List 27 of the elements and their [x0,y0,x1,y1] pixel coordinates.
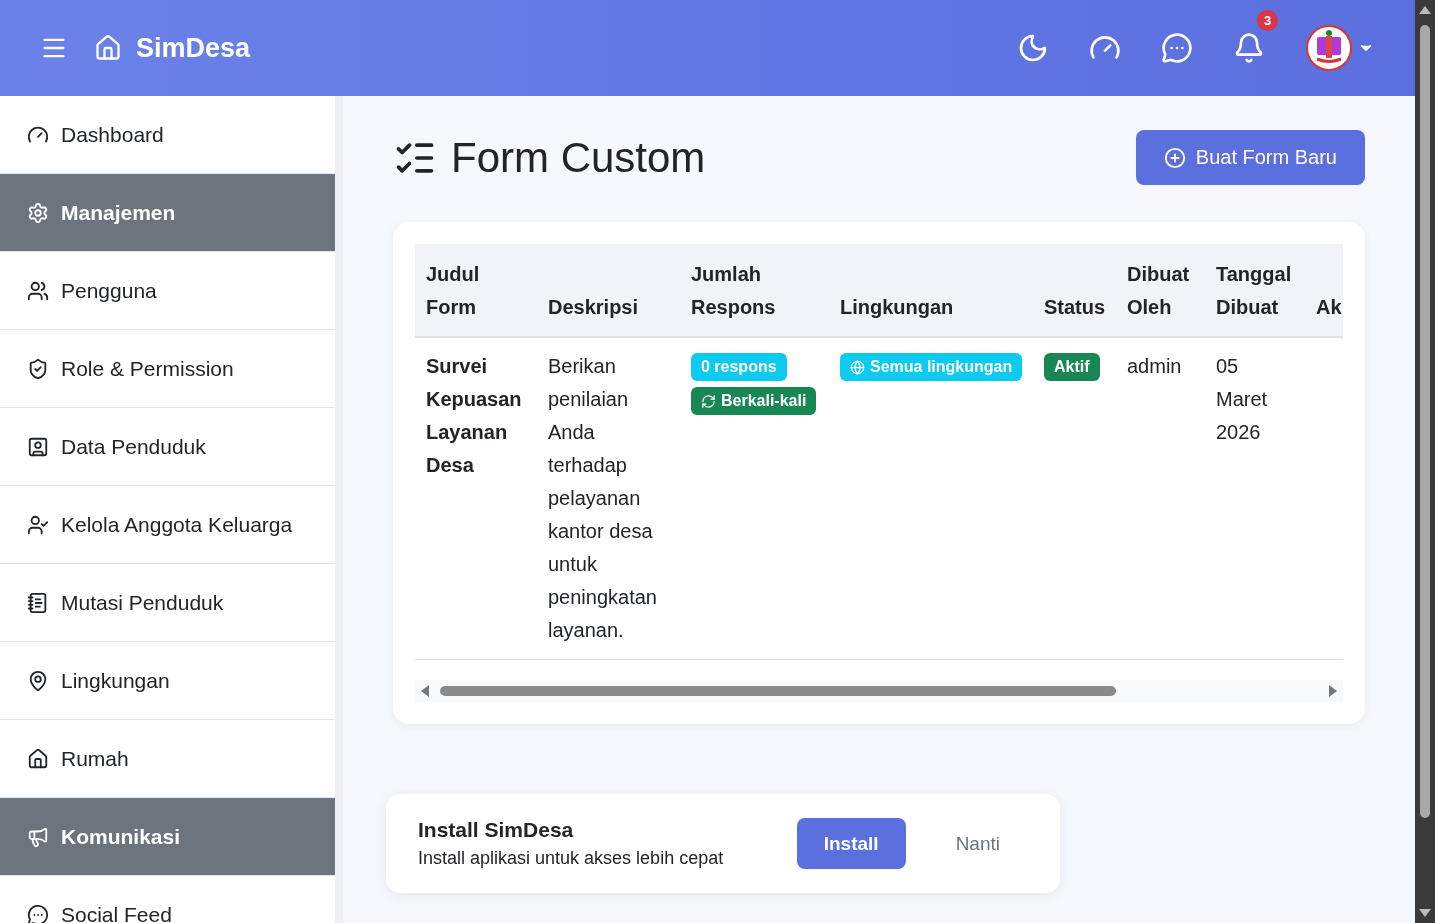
badge: Semua lingkungan [840,353,1023,381]
brand-name[interactable]: SimDesa [136,32,251,64]
table-cell: 05 Maret 2026 [1205,337,1305,660]
table-cell: Berikan penilaian Anda terhadap pelayanan kantor desa untuk peningkatan layanan. [537,337,680,660]
sidebar-section[interactable]: Komunikasi [0,798,335,876]
column-header: Lingkungan [829,244,1033,337]
column-header: Ak [1305,244,1343,337]
column-header: Jumlah Respons [680,244,829,337]
new-form-button[interactable]: Buat Form Baru [1135,130,1365,185]
table-cell: Survei Kepuasan Layanan Desa [415,337,537,660]
column-header: Deskripsi [537,244,680,337]
page-title: Form Custom [451,133,706,182]
column-header: Dibuat Oleh [1116,244,1205,337]
column-header: Tanggal Dibuat [1205,244,1305,337]
install-text: Install aplikasi untuk akses lebih cepat [418,848,725,869]
badge: Aktif [1044,353,1100,381]
install-button[interactable]: Install [796,818,906,869]
badge: 0 respons [691,353,787,381]
badge: Berkali-kali [691,387,817,415]
install-title: Install SimDesa [418,818,575,842]
column-header: Judul Form [415,244,537,337]
table-cell: admin [1116,337,1205,660]
later-button[interactable]: Nanti [905,832,1028,855]
notification-count: 3 [1257,10,1279,31]
sidebar-section[interactable]: Manajemen [0,174,335,252]
column-header: Status [1033,244,1116,337]
sidebar-item[interactable]: Dashboard [0,96,335,174]
